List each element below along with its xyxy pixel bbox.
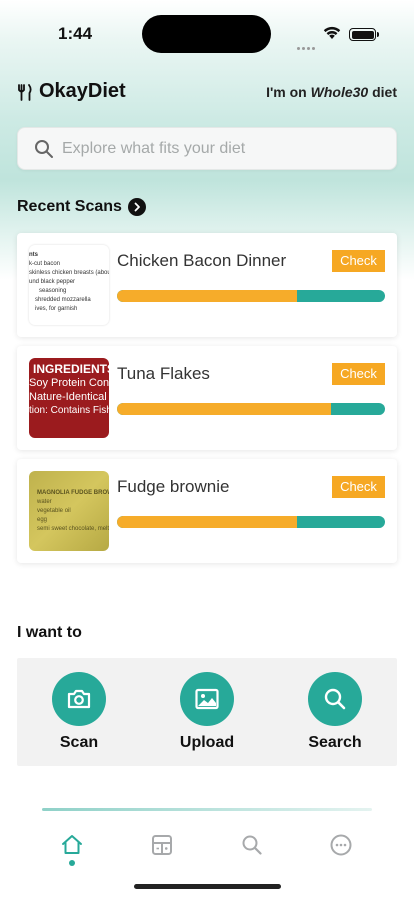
- compatibility-bar: [117, 516, 385, 528]
- scan-name: Chicken Bacon Dinner: [117, 251, 287, 270]
- recent-scans-title: Recent Scans: [17, 198, 122, 215]
- app-header: OkayDiet I'm on Whole30 diet: [17, 80, 397, 106]
- search-bar[interactable]: [17, 127, 397, 170]
- diet-name: Whole30: [310, 84, 369, 100]
- search-label: Search: [308, 734, 362, 751]
- fork-knife-icon: [17, 84, 33, 105]
- check-button[interactable]: Check: [332, 476, 385, 498]
- scan-name: Tuna Flakes: [117, 364, 210, 383]
- compatibility-fill: [117, 290, 297, 302]
- scan-card[interactable]: INGREDIENTS Soy Protein Conce Nature-Ide…: [17, 346, 397, 450]
- camera-icon[interactable]: [52, 672, 106, 726]
- diet-prefix: I'm on: [266, 84, 307, 100]
- recent-scans-header[interactable]: Recent Scans: [17, 198, 146, 216]
- check-button[interactable]: Check: [332, 250, 385, 272]
- current-diet[interactable]: I'm on Whole30 diet: [266, 84, 397, 100]
- scan-thumbnail: INGREDIENTS Soy Protein Conce Nature-Ide…: [29, 358, 109, 438]
- search-icon[interactable]: [308, 672, 362, 726]
- check-button[interactable]: Check: [332, 363, 385, 385]
- compatibility-fill: [117, 403, 332, 415]
- scan-thumbnail: nts k-cut bacon skinless chicken breasts…: [29, 245, 109, 325]
- scan-card[interactable]: nts k-cut bacon skinless chicken breasts…: [17, 233, 397, 337]
- search-action[interactable]: Search: [295, 672, 375, 752]
- image-icon[interactable]: [180, 672, 234, 726]
- scan-card[interactable]: MAGNOLIA FUDGE BROWNI water vegetable oi…: [17, 459, 397, 563]
- search-icon: [34, 139, 54, 163]
- home-icon[interactable]: [57, 830, 87, 860]
- upload-action[interactable]: Upload: [167, 672, 247, 752]
- battery-icon: [349, 28, 379, 41]
- search-icon[interactable]: [237, 830, 267, 860]
- more-icon[interactable]: [326, 830, 356, 860]
- scan-name: Fudge brownie: [117, 477, 230, 496]
- upload-label: Upload: [179, 734, 235, 751]
- compatibility-bar: [117, 290, 385, 302]
- diet-suffix: diet: [372, 84, 397, 100]
- actions-panel: Scan Upload Search: [17, 658, 397, 766]
- status-time: 1:44: [58, 24, 93, 43]
- compatibility-bar: [117, 403, 385, 415]
- wifi-icon: [322, 25, 342, 44]
- scan-action[interactable]: Scan: [39, 672, 119, 752]
- compatibility-fill: [117, 516, 297, 528]
- scan-thumbnail: MAGNOLIA FUDGE BROWNI water vegetable oi…: [29, 471, 109, 551]
- dynamic-island: [142, 15, 271, 53]
- scan-label: Scan: [59, 734, 99, 751]
- actions-title: I want to: [17, 624, 82, 641]
- home-indicator: [134, 884, 281, 889]
- calculator-icon[interactable]: [147, 830, 177, 860]
- active-nav-indicator: [69, 860, 75, 866]
- status-bar: 1:44: [0, 0, 414, 66]
- signal-icon: [297, 35, 317, 54]
- nav-divider: [42, 808, 372, 811]
- chevron-right-icon[interactable]: [127, 198, 146, 216]
- app-title: OkayDiet: [39, 80, 126, 102]
- search-input[interactable]: [62, 128, 382, 169]
